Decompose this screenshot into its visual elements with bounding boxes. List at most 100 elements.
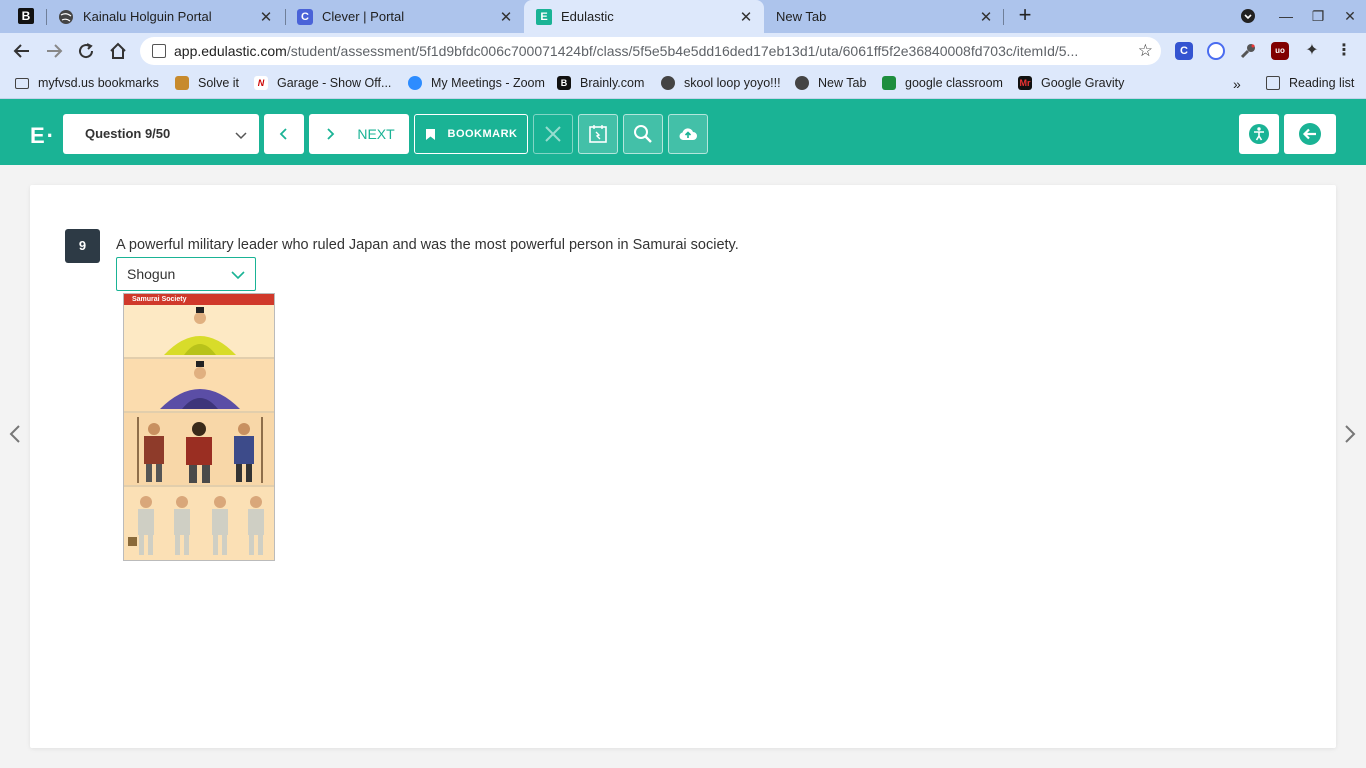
question-number-badge: 9 [65,229,100,263]
more-menu-icon[interactable]: ⋮ [1335,42,1353,60]
bookmark-google-gravity[interactable]: Mr Google Gravity [1018,76,1124,90]
pinned-tab-brainly-icon[interactable]: B [18,8,34,24]
minimize-icon[interactable]: — [1275,6,1297,26]
samurai-society-image: Samurai Society [123,293,275,561]
tab-edulastic[interactable]: E Edulastic ✕ [524,0,764,33]
close-tab-icon[interactable]: ✕ [496,7,516,27]
back-arrow-icon[interactable] [10,39,34,63]
question-select[interactable]: Question 9/50 [63,114,259,154]
answer-dropdown-value: Shogun [127,266,176,282]
bookmark-brainly[interactable]: B Brainly.com [557,76,644,90]
bookmark-solve-it[interactable]: Solve it [175,76,239,90]
bookmark-label: My Meetings - Zoom [431,76,545,90]
next-label: NEXT [357,126,395,142]
exit-arrow-icon [1299,123,1321,145]
grid-icon [175,76,189,90]
bookmark-label: google classroom [905,76,1003,90]
paint-extension-icon[interactable] [1239,42,1257,60]
next-page-arrow-icon[interactable] [1343,424,1357,450]
browser-toolbar: app.edulastic.com/student/assessment/5f1… [0,33,1366,69]
bookmark-zoom[interactable]: My Meetings - Zoom [408,76,545,90]
clever-extension-icon[interactable]: C [1175,42,1193,60]
clever-icon: C [297,8,313,25]
question-card: 9 A powerful military leader who ruled J… [30,185,1336,748]
question-text: A powerful military leader who ruled Jap… [116,237,739,253]
edulastic-icon: E [536,8,552,25]
reading-list-button[interactable]: Reading list [1266,76,1354,90]
close-tab-icon[interactable]: ✕ [976,7,996,27]
eliminate-answer-button[interactable] [533,114,573,154]
bookmark-icon [425,128,435,140]
tab-search-icon[interactable] [1237,6,1259,26]
bookmark-google-classroom[interactable]: google classroom [882,76,1003,90]
reading-list-label: Reading list [1289,76,1355,90]
scratchpad-button[interactable] [578,114,618,154]
tab-new-tab[interactable]: New Tab ✕ [764,0,1004,33]
home-icon[interactable] [106,39,130,63]
bookmark-folder-myfvsd[interactable]: myfvsd.us bookmarks [15,76,159,90]
next-question-button[interactable]: NEXT [309,114,409,154]
zoom-icon [408,76,422,90]
bookmark-label: skool loop yoyo!!! [684,76,781,90]
close-tab-icon[interactable]: ✕ [736,7,756,27]
tab-title: Edulastic [561,9,614,24]
reload-icon[interactable] [74,39,98,63]
tab-strip: B Kainalu Holguin Portal ✕ C Clever | Po… [0,0,1366,33]
globe-icon [661,76,675,90]
scratchpad-icon [589,125,607,143]
tab-title: New Tab [776,9,827,24]
bookmark-star-icon[interactable]: ☆ [1138,41,1153,61]
more-bookmarks-chevron-icon[interactable]: » [1233,76,1241,92]
answer-dropdown[interactable]: Shogun [116,257,256,291]
edulastic-logo[interactable]: E· [30,123,56,149]
image-banner: Samurai Society [124,294,274,305]
bookmark-label: Solve it [198,76,239,90]
url-host: app.edulastic.com [174,43,287,59]
site-info-icon[interactable] [152,44,166,58]
chevron-down-icon [231,258,245,290]
exit-assessment-button[interactable] [1284,114,1336,154]
bookmark-label: BOOKMARK [447,128,518,140]
previous-question-button[interactable] [264,114,304,154]
tab-title: Kainalu Holguin Portal [83,9,212,24]
ublock-extension-icon[interactable]: uo [1271,42,1289,60]
chevron-right-icon [327,128,335,140]
accessibility-button[interactable] [1239,114,1279,154]
bookmarks-bar: myfvsd.us bookmarks Solve it N Garage - … [0,69,1366,99]
question-select-value: Question 9/50 [85,126,171,141]
tab-clever-portal[interactable]: C Clever | Portal ✕ [285,0,524,33]
new-tab-plus-icon[interactable]: + [1013,4,1037,28]
url-path: /student/assessment/5f1d9bfdc006c7000714… [286,43,1079,59]
close-window-icon[interactable]: ✕ [1339,6,1361,26]
bookmark-label: Google Gravity [1041,76,1125,90]
magnifier-icon [634,125,652,143]
address-bar[interactable]: app.edulastic.com/student/assessment/5f1… [140,37,1161,65]
zoom-tool-button[interactable] [623,114,663,154]
save-cloud-button[interactable] [668,114,708,154]
close-tab-icon[interactable]: ✕ [256,7,276,27]
bookmark-label: myfvsd.us bookmarks [38,76,159,90]
extensions-puzzle-icon[interactable]: ✦ [1303,42,1321,60]
bookmark-garage[interactable]: N Garage - Show Off... [254,76,391,90]
folder-icon [15,77,29,89]
cloud-upload-icon [679,128,697,140]
n-logo-icon: N [254,76,268,90]
bookmark-question-button[interactable]: BOOKMARK [414,114,528,154]
samurai-hierarchy-illustration [124,305,274,560]
url-text: app.edulastic.com/student/assessment/5f1… [174,37,1124,65]
forward-arrow-icon[interactable] [42,39,66,63]
close-icon [545,126,561,142]
previous-page-arrow-icon[interactable] [8,424,22,450]
assessment-header: E· Question 9/50 NEXT BOOKMARK [0,99,1366,165]
tab-kainalu-portal[interactable]: Kainalu Holguin Portal ✕ [46,0,284,33]
bookmark-label: Brainly.com [580,76,645,90]
chevron-left-icon [279,128,287,140]
classroom-icon [882,76,896,90]
tab-separator [1003,9,1004,25]
chevron-down-icon [235,114,247,154]
mr-doob-icon: Mr [1018,76,1032,90]
bookmark-new-tab[interactable]: New Tab [795,76,866,90]
restore-icon[interactable]: ❐ [1307,6,1329,26]
bookmark-skool-loop[interactable]: skool loop yoyo!!! [661,76,781,90]
shield-extension-icon[interactable] [1207,42,1225,60]
